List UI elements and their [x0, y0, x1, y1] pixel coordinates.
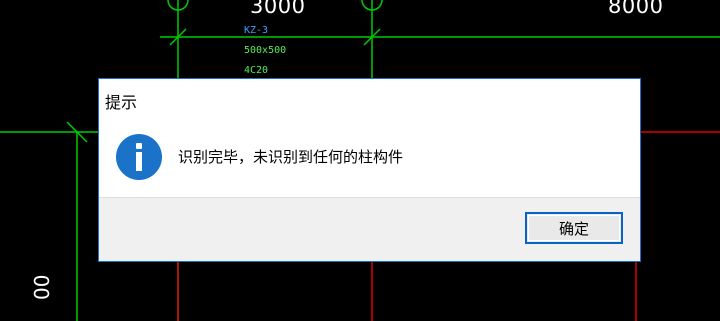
dimension-label-right: 8000: [608, 0, 664, 18]
ok-button[interactable]: 确定: [525, 212, 623, 244]
dialog-footer: 确定: [99, 197, 640, 261]
column-name-label: KZ-3: [244, 25, 269, 36]
dialog-titlebar[interactable]: 提示: [99, 79, 640, 119]
info-icon-dot: [136, 143, 142, 149]
info-icon-stem: [136, 152, 142, 171]
dialog-title: 提示: [105, 93, 138, 112]
dialog-message: 识别完毕，未识别到任何的柱构件: [178, 148, 404, 166]
dimension-label-vertical: 00: [30, 274, 54, 300]
column-size-label: 500x500: [244, 45, 287, 56]
info-icon: [116, 134, 162, 180]
dimension-label-left: 3000: [250, 0, 306, 18]
message-dialog: 提示 识别完毕，未识别到任何的柱构件 确定: [99, 79, 640, 261]
column-rebar-label: 4C20: [244, 65, 269, 76]
